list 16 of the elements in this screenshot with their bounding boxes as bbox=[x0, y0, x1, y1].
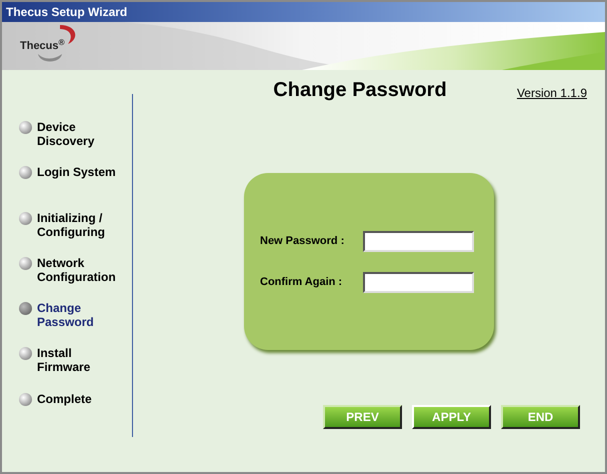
step-label: Install Firmware bbox=[37, 346, 92, 374]
step-label: Device Discovery bbox=[37, 120, 96, 148]
wizard-button[interactable]: PREV bbox=[323, 405, 402, 429]
page-title: Change Password bbox=[273, 78, 447, 102]
wizard-button[interactable]: END bbox=[501, 405, 580, 429]
logo-text: Thecus$^{®}$ bbox=[20, 38, 65, 54]
version-link[interactable]: Version 1.1.9 bbox=[516, 84, 587, 102]
field-label: Confirm Again : bbox=[260, 274, 344, 290]
step-label: Change Password bbox=[37, 301, 95, 330]
step-label: Network Configuration bbox=[37, 256, 117, 284]
step-label: Initializing / Configuring bbox=[37, 210, 106, 239]
step-label: Complete bbox=[37, 392, 93, 406]
field-label: New Password : bbox=[260, 234, 346, 249]
window-title: Thecus Setup Wizard bbox=[6, 6, 128, 18]
step-label: Login System bbox=[37, 165, 117, 180]
wizard-button[interactable]: APPLY bbox=[412, 405, 491, 429]
